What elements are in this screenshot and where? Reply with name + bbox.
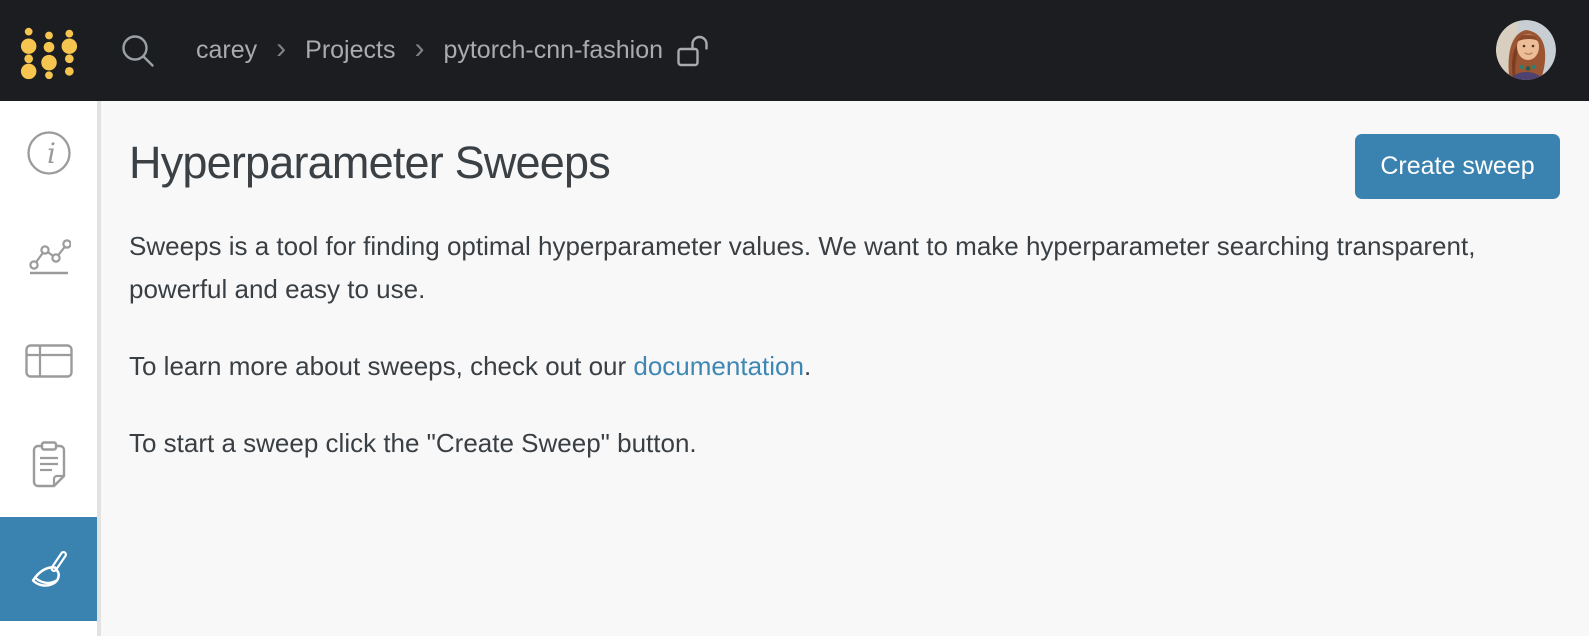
sidebar-item-charts[interactable] [0,205,97,309]
unlock-icon[interactable] [677,34,709,68]
sidebar-item-overview[interactable]: i [0,101,97,205]
breadcrumb-project-name[interactable]: pytorch-cnn-fashion [443,36,663,65]
breadcrumb-separator: › [414,31,425,65]
clipboard-icon [32,441,65,488]
wandb-logo-icon[interactable] [20,22,78,82]
search-icon[interactable] [120,33,156,69]
documentation-text-before: To learn more about sweeps, check out ou… [129,351,634,381]
broom-icon [31,551,67,587]
table-icon [24,344,73,378]
documentation-text-after: . [803,351,812,381]
sidebar-item-table[interactable] [0,309,97,413]
documentation-link[interactable]: documentation [633,351,804,381]
create-sweep-button[interactable]: Create sweep [1355,134,1560,199]
start-sweep-paragraph: To start a sweep click the "Create Sweep… [129,428,697,458]
page-title: Hyperparameter Sweeps [129,137,611,188]
user-avatar[interactable] [1496,20,1556,80]
info-icon: i [26,131,71,175]
sidebar-item-reports[interactable] [0,413,97,517]
sidebar-item-sweeps[interactable] [0,517,97,621]
top-navbar: carey › Projects › pytorch-cnn-fashion [0,0,1589,101]
breadcrumb-user[interactable]: carey [196,36,257,65]
documentation-paragraph: To learn more about sweeps, check out ou… [129,345,1524,388]
line-chart-icon [28,239,71,275]
breadcrumb-separator: › [276,31,287,65]
svg-text:i: i [47,137,56,170]
breadcrumb: carey › Projects › pytorch-cnn-fashion [196,31,663,68]
project-sidebar: i [0,101,101,636]
breadcrumb-projects[interactable]: Projects [305,36,395,65]
sweeps-panel: Hyperparameter Sweeps Create sweep Sweep… [101,101,1589,636]
sweeps-description-paragraph: Sweeps is a tool for finding optimal hyp… [129,231,1476,304]
